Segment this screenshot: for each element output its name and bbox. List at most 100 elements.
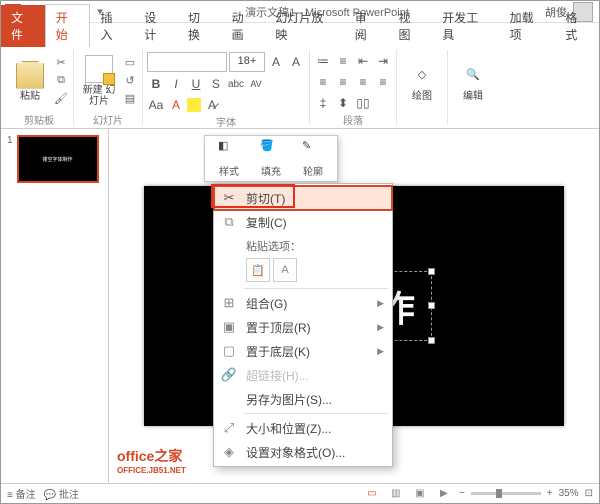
zoom-in-icon[interactable]: + [547, 488, 553, 499]
resize-handle[interactable] [428, 337, 435, 344]
indent-inc-icon[interactable]: ⇥ [374, 52, 392, 70]
font-family-select[interactable] [147, 52, 227, 72]
numbering-icon[interactable]: ≡ [334, 52, 352, 70]
format-painter-icon[interactable]: 🖌 [53, 90, 69, 106]
normal-view-icon[interactable]: ▭ [363, 487, 381, 501]
menu-group[interactable]: ⊞ 组合(G) ▶ [214, 291, 392, 315]
format-icon: ◈ [220, 443, 238, 461]
paste-option-text[interactable]: A [273, 258, 297, 282]
highlight-button[interactable] [187, 98, 201, 112]
resize-handle[interactable] [428, 268, 435, 275]
sorter-view-icon[interactable]: ▥ [387, 487, 405, 501]
tab-view[interactable]: 视图 [388, 5, 432, 47]
zoom-slider[interactable] [471, 492, 541, 495]
paste-options: 📋 A [214, 256, 392, 286]
group-slides: 新建 幻灯片 ▭ ↺ ▤ 幻灯片 [74, 50, 143, 125]
menu-size-position[interactable]: ⤢ 大小和位置(Z)... [214, 416, 392, 440]
italic-button[interactable]: I [167, 75, 185, 93]
resize-handle[interactable] [428, 302, 435, 309]
status-bar: ≡ 备注 💬 批注 ▭ ▥ ▣ ▶ − + 35% ⊡ [1, 483, 599, 503]
shapes-icon: ◇ [408, 61, 436, 89]
thumb-preview: 镂空字体制作 [17, 135, 99, 183]
columns-icon[interactable]: ▯▯ [354, 94, 372, 112]
shapes-button[interactable]: ◇ 绘图 [401, 50, 443, 112]
char-spacing-button[interactable]: AV [247, 75, 265, 93]
menu-send-back[interactable]: ▢ 置于底层(K) ▶ [214, 339, 392, 363]
new-slide-icon [85, 55, 113, 83]
comments-button[interactable]: 💬 批注 [44, 486, 79, 501]
tab-review[interactable]: 审阅 [345, 5, 389, 47]
text-shadow-button[interactable]: abc [227, 75, 245, 93]
cut-icon[interactable]: ✂ [53, 54, 69, 70]
align-right-icon[interactable]: ≡ [354, 73, 372, 91]
tab-transitions[interactable]: 切换 [178, 5, 222, 47]
mini-fill-button[interactable]: 🪣 填充 [250, 139, 292, 178]
bold-button[interactable]: B [147, 75, 165, 93]
style-icon: ◧ [218, 139, 240, 161]
copy-icon[interactable]: ⧉ [53, 72, 69, 88]
new-slide-button[interactable]: 新建 幻灯片 [78, 50, 120, 112]
group-drawing: ◇ 绘图 [397, 50, 448, 125]
editing-button[interactable]: 🔍 编辑 [452, 50, 494, 112]
tab-addins[interactable]: 加载项 [500, 5, 556, 47]
section-icon[interactable]: ▤ [122, 90, 138, 106]
size-icon: ⤢ [220, 419, 238, 437]
tab-slideshow[interactable]: 幻灯片放映 [265, 5, 344, 47]
fill-icon: 🪣 [260, 139, 282, 161]
tab-developer[interactable]: 开发工具 [432, 5, 499, 47]
chevron-right-icon: ▶ [377, 298, 384, 309]
bring-front-icon: ▣ [220, 318, 238, 336]
layout-icon[interactable]: ▭ [122, 54, 138, 70]
link-icon: 🔗 [220, 366, 238, 384]
zoom-value[interactable]: 35% [559, 488, 579, 499]
justify-icon[interactable]: ≡ [374, 73, 392, 91]
zoom-out-icon[interactable]: − [459, 488, 465, 499]
thumbnail-panel: 1 镂空字体制作 [1, 129, 109, 483]
align-center-icon[interactable]: ≡ [334, 73, 352, 91]
notes-button[interactable]: ≡ 备注 [7, 486, 36, 501]
group-font: 18+ A A B I U S abc AV Aa A A̷ [143, 50, 310, 125]
fit-window-icon[interactable]: ⊡ [585, 488, 593, 499]
reset-icon[interactable]: ↺ [122, 72, 138, 88]
menu-cut[interactable]: ✂ 剪切(T) [214, 186, 392, 210]
menu-bring-front[interactable]: ▣ 置于顶层(R) ▶ [214, 315, 392, 339]
clear-format-button[interactable]: A̷ [203, 96, 221, 114]
indent-dec-icon[interactable]: ⇤ [354, 52, 372, 70]
paste-button[interactable]: 粘贴 [9, 50, 51, 112]
mini-outline-button[interactable]: ✎ 轮廓 [292, 139, 334, 178]
send-back-icon: ▢ [220, 342, 238, 360]
align-left-icon[interactable]: ≡ [314, 73, 332, 91]
group-paragraph: ≔ ≡ ⇤ ⇥ ≡ ≡ ≡ ≡ ‡ ⬍ ▯▯ 段落 [310, 50, 397, 125]
mini-style-button[interactable]: ◧ 样式 [208, 139, 250, 178]
tab-file[interactable]: 文件 [1, 5, 45, 47]
reading-view-icon[interactable]: ▣ [411, 487, 429, 501]
change-case-button[interactable]: Aa [147, 96, 165, 114]
watermark: office之家OFFICE.JB51.NET [117, 446, 186, 475]
slideshow-view-icon[interactable]: ▶ [435, 487, 453, 501]
tab-insert[interactable]: 插入 [90, 5, 134, 47]
ribbon-tabs: 文件 开始 插入 设计 切换 动画 幻灯片放映 审阅 视图 开发工具 加载项 格… [1, 23, 599, 47]
text-direction-icon[interactable]: ⬍ [334, 94, 352, 112]
font-size-select[interactable]: 18+ [229, 52, 265, 72]
menu-save-as-picture[interactable]: 另存为图片(S)... [214, 387, 392, 411]
slide-thumbnail[interactable]: 1 镂空字体制作 [7, 135, 102, 183]
chevron-right-icon: ▶ [377, 322, 384, 333]
tab-animations[interactable]: 动画 [222, 5, 266, 47]
underline-button[interactable]: U [187, 75, 205, 93]
scissors-icon: ✂ [220, 189, 238, 207]
tab-format[interactable]: 格式 [555, 5, 599, 47]
tab-home[interactable]: 开始 [45, 4, 91, 47]
grow-font-icon[interactable]: A [267, 53, 285, 71]
paste-option-theme[interactable]: 📋 [246, 258, 270, 282]
line-spacing-icon[interactable]: ‡ [314, 94, 332, 112]
shrink-font-icon[interactable]: A [287, 53, 305, 71]
font-color-button[interactable]: A [167, 96, 185, 114]
mini-toolbar: ◧ 样式 🪣 填充 ✎ 轮廓 [204, 135, 338, 182]
tab-design[interactable]: 设计 [134, 5, 178, 47]
chevron-right-icon: ▶ [377, 346, 384, 357]
bullets-icon[interactable]: ≔ [314, 52, 332, 70]
menu-format-object[interactable]: ◈ 设置对象格式(O)... [214, 440, 392, 464]
menu-copy[interactable]: ⧉ 复制(C) [214, 210, 392, 234]
strike-button[interactable]: S [207, 75, 225, 93]
paste-icon [16, 61, 44, 89]
